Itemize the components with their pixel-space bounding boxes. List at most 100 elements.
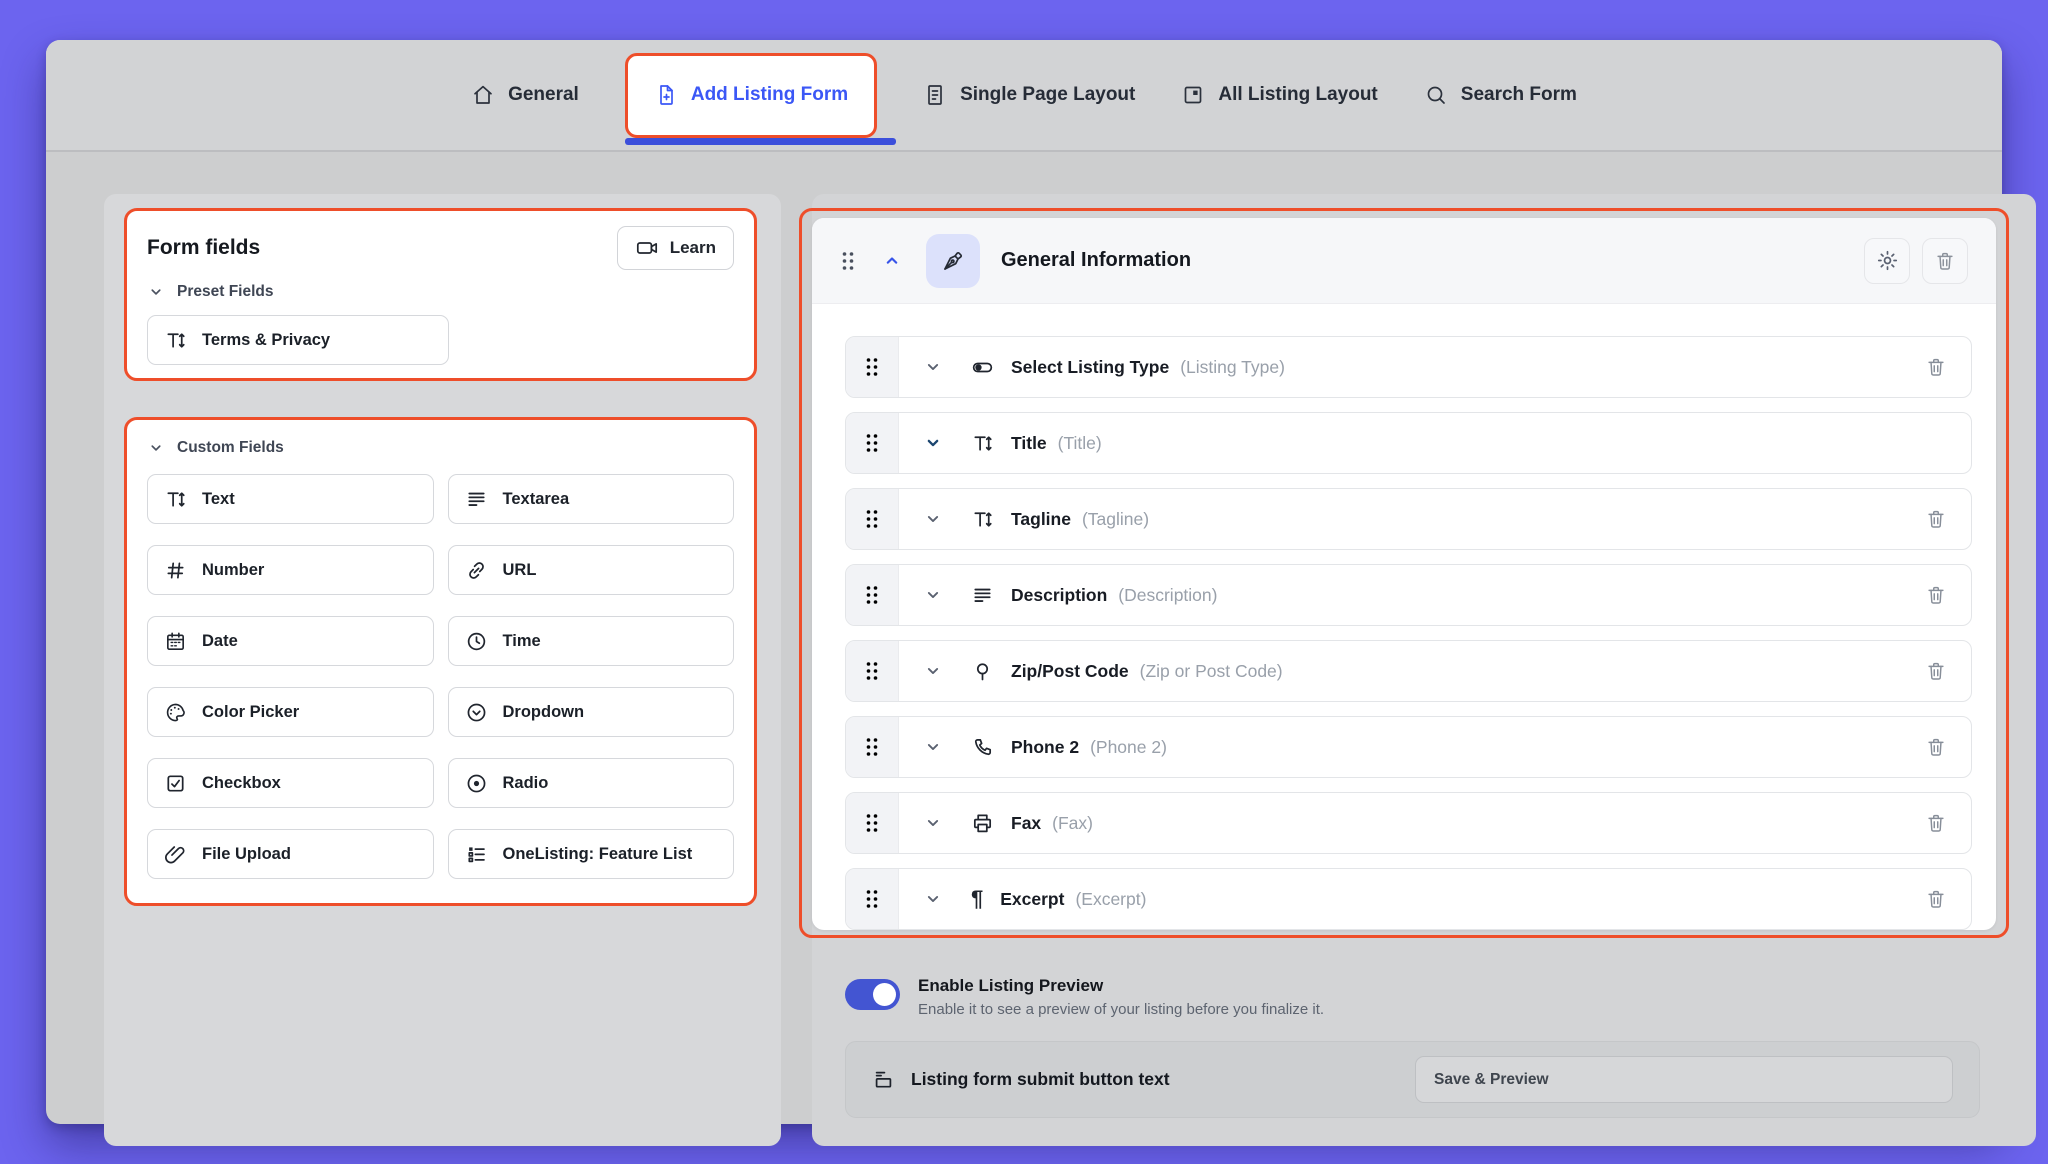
field-chip-text[interactable]: Text	[147, 474, 434, 524]
tab-search-form[interactable]: Search Form	[1424, 83, 1577, 107]
group-title: General Information	[1001, 249, 1191, 272]
chevron-down-icon[interactable]	[923, 585, 943, 605]
hash-icon	[164, 559, 187, 582]
form-field-row-description[interactable]: Description(Description)	[845, 564, 1972, 626]
enable-preview-toggle[interactable]	[845, 979, 900, 1010]
form-field-row-title[interactable]: Title(Title)	[845, 412, 1972, 474]
form-field-row-excerpt[interactable]: ¶Excerpt(Excerpt)	[845, 868, 1972, 930]
drag-handle-icon[interactable]	[846, 337, 899, 397]
submit-button-text-label: Listing form submit button text	[911, 1069, 1170, 1090]
field-chip-textarea[interactable]: Textarea	[448, 474, 735, 524]
drag-handle-icon[interactable]	[846, 641, 899, 701]
preset-fields-label: Preset Fields	[177, 283, 274, 301]
trash-icon[interactable]	[1925, 736, 1947, 758]
tab-add-listing-form[interactable]: Add Listing Form	[625, 53, 877, 138]
field-chip-file-upload[interactable]: File Upload	[147, 829, 434, 879]
trash-icon	[1934, 250, 1956, 272]
radio-icon	[465, 772, 488, 795]
dropdown-icon	[465, 701, 488, 724]
chevron-down-icon[interactable]	[923, 509, 943, 529]
drag-handle-icon[interactable]	[846, 869, 899, 929]
tab-label: General	[508, 84, 579, 106]
textarea-icon	[971, 584, 994, 607]
group-header: General Information	[812, 218, 1996, 304]
form-field-row-zip-post-code[interactable]: Zip/Post Code (Zip or Post Code)	[845, 640, 1972, 702]
chevron-up-icon[interactable]	[882, 251, 902, 271]
form-field-row-phone-2[interactable]: Phone 2(Phone 2)	[845, 716, 1972, 778]
trash-icon[interactable]	[1925, 888, 1947, 910]
field-chip-label: Dropdown	[503, 703, 585, 722]
preset-fields-list: Terms & Privacy	[147, 315, 734, 365]
form-field-row-tagline[interactable]: Tagline(Tagline)	[845, 488, 1972, 550]
field-chip-label: Checkbox	[202, 774, 281, 793]
tab-label: Single Page Layout	[960, 84, 1135, 106]
tab-single-page-layout[interactable]: Single Page Layout	[923, 83, 1135, 107]
palette-icon	[164, 701, 187, 724]
trash-icon[interactable]	[1925, 584, 1947, 606]
field-chip-url[interactable]: URL	[448, 545, 735, 595]
custom-fields-toggle[interactable]: Custom Fields	[147, 439, 734, 457]
drag-handle-icon[interactable]	[846, 565, 899, 625]
learn-button[interactable]: Learn	[617, 226, 734, 270]
home-icon	[471, 83, 495, 107]
tab-general[interactable]: General	[471, 83, 579, 107]
custom-fields-grid: Text Textarea Number URL Date Time Color Picke…	[147, 474, 734, 879]
trash-icon[interactable]	[1925, 356, 1947, 378]
field-chip-color-picker[interactable]: Color Picker	[147, 687, 434, 737]
drag-handle-icon[interactable]	[846, 793, 899, 853]
trash-icon[interactable]	[1925, 812, 1947, 834]
field-meta-label: (Title)	[1058, 433, 1102, 454]
chevron-down-icon[interactable]	[923, 813, 943, 833]
clock-icon	[465, 630, 488, 653]
field-meta-label: (Description)	[1118, 585, 1217, 606]
search-icon	[1424, 83, 1448, 107]
drag-handle-icon[interactable]	[846, 717, 899, 777]
drag-handle-icon[interactable]	[840, 249, 856, 273]
group-delete-button[interactable]	[1922, 238, 1968, 284]
field-chip-onelisting-feature-list[interactable]: OneListing: Feature List	[448, 829, 735, 879]
field-name: Select Listing Type	[1011, 357, 1169, 378]
field-chip-radio[interactable]: Radio	[448, 758, 735, 808]
group-settings-button[interactable]	[1864, 238, 1910, 284]
field-chip-label: Date	[202, 632, 238, 651]
file-plus-icon	[654, 83, 678, 107]
drag-handle-icon[interactable]	[846, 489, 899, 549]
field-chip-checkbox[interactable]: Checkbox	[147, 758, 434, 808]
field-chip-label: URL	[503, 561, 537, 580]
chevron-down-icon[interactable]	[923, 737, 943, 757]
chevron-down-icon	[147, 283, 165, 301]
chevron-down-icon[interactable]	[923, 357, 943, 377]
pen-nib-icon	[940, 248, 966, 274]
field-name: Zip/Post Code	[1011, 661, 1129, 682]
chevron-down-icon[interactable]	[923, 433, 943, 453]
tab-all-listing-layout[interactable]: All Listing Layout	[1181, 83, 1377, 107]
field-chip-number[interactable]: Number	[147, 545, 434, 595]
submit-button-text-input[interactable]	[1415, 1056, 1953, 1103]
field-chip-date[interactable]: Date	[147, 616, 434, 666]
field-meta-label: (Listing Type)	[1180, 357, 1285, 378]
preset-fields-toggle[interactable]: Preset Fields	[147, 283, 734, 301]
field-meta-label: (Zip or Post Code)	[1140, 661, 1283, 682]
enable-preview-setting: Enable Listing Preview Enable it to see …	[845, 976, 1324, 1018]
drag-handle-icon[interactable]	[846, 413, 899, 473]
fax-icon	[971, 812, 994, 835]
button-text-icon	[872, 1068, 895, 1091]
chevron-down-icon	[147, 439, 165, 457]
field-meta-label: (Tagline)	[1082, 509, 1149, 530]
field-chip-time[interactable]: Time	[448, 616, 735, 666]
field-name: Fax	[1011, 813, 1041, 834]
field-chip-dropdown[interactable]: Dropdown	[448, 687, 735, 737]
trash-icon[interactable]	[1925, 660, 1947, 682]
document-icon	[923, 83, 947, 107]
chevron-down-icon[interactable]	[923, 661, 943, 681]
textarea-icon	[465, 488, 488, 511]
form-field-row-select-listing-type[interactable]: Select Listing Type (Listing Type)	[845, 336, 1972, 398]
trash-icon[interactable]	[1925, 508, 1947, 530]
form-field-row-fax[interactable]: Fax (Fax)	[845, 792, 1972, 854]
enable-preview-title: Enable Listing Preview	[918, 976, 1324, 996]
chevron-down-icon[interactable]	[923, 889, 943, 909]
field-meta-label: (Fax)	[1052, 813, 1093, 834]
field-chip-terms-privacy[interactable]: Terms & Privacy	[147, 315, 449, 365]
settings-window: General Add Listing Form Single Page Layou…	[46, 40, 2002, 1124]
text-field-icon	[971, 432, 994, 455]
